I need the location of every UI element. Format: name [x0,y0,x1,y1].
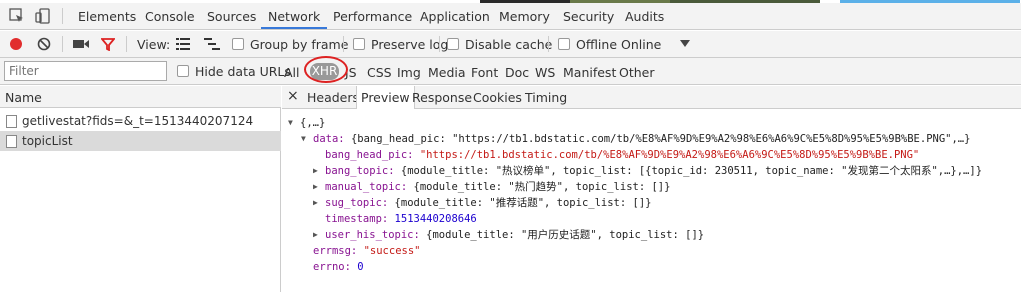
filter-type-img[interactable]: Img [397,65,421,80]
filter-type-css[interactable]: CSS [367,65,392,80]
group-by-frame-checkbox[interactable] [232,38,244,50]
tree-node-errno: errno: 0 [313,261,364,273]
filter-input[interactable] [4,61,167,81]
tab-application[interactable]: Application [420,3,490,29]
tab-performance[interactable]: Performance [333,3,412,29]
tree-node-timestamp: timestamp: 1513440208646 [325,213,477,225]
tree-node-errmsg: errmsg: "success" [313,245,421,257]
tree-node-data[interactable]: ▼ data: {bang_head_pic: "https://tb1.bds… [301,131,970,147]
collapsed-triangle-icon[interactable]: ▶ [313,163,318,179]
collapsed-triangle-icon[interactable]: ▶ [313,227,318,243]
toolbar-separator [343,36,344,52]
tree-node-sug-topic[interactable]: ▶ sug_topic: {module_title: "推荐话题", topi… [313,195,651,211]
request-row[interactable]: getlivestat?fids=&_t=1513440207124 [0,111,281,131]
hide-data-urls-checkbox[interactable] [177,65,189,77]
throttling-select[interactable]: Online [621,37,661,52]
close-icon[interactable]: × [287,88,299,104]
filter-type-doc[interactable]: Doc [505,65,529,80]
request-detail-panel: × Headers Preview Response Cookies Timin… [282,86,1021,292]
large-rows-icon[interactable] [176,38,190,50]
tab-timing[interactable]: Timing [521,86,571,109]
chevron-down-icon[interactable] [680,40,690,48]
preserve-log-checkbox[interactable] [353,38,365,50]
xhr-highlight-annotation [304,56,348,83]
document-icon [6,135,17,148]
name-column-header[interactable]: Name [0,86,281,108]
tab-sources[interactable]: Sources [207,3,256,29]
waterfall-icon[interactable] [204,38,220,50]
tree-node-manual-topic[interactable]: ▶ manual_topic: {module_title: "热门趋势", t… [313,179,670,195]
devtools-main-tabs: Elements Console Sources Network Perform… [0,3,1021,30]
tab-security[interactable]: Security [563,3,614,29]
network-toolbar: View: Group by frame Preserve log Disabl… [0,31,1021,58]
offline-label: Offline [576,37,618,52]
screenshot-camera-icon[interactable] [73,38,89,50]
inspect-element-icon[interactable] [8,7,26,25]
tree-node-bang-topic[interactable]: ▶ bang_topic: {module_title: "热议榜单", top… [313,163,982,179]
tab-audits[interactable]: Audits [625,3,664,29]
filter-bar: Hide data URLs All XHR JS CSS Img Media … [0,58,1021,85]
disable-cache-label: Disable cache [465,37,553,52]
clear-icon[interactable] [37,37,51,51]
tab-elements[interactable]: Elements [78,3,136,29]
toolbar-separator [439,36,440,52]
group-by-frame-label: Group by frame [250,37,349,52]
tab-preview[interactable]: Preview [356,86,415,109]
request-row[interactable]: topicList [0,131,281,151]
expanded-triangle-icon[interactable]: ▼ [288,115,293,131]
toolbar-separator [62,36,63,52]
filter-type-all[interactable]: All [284,65,300,80]
tab-memory[interactable]: Memory [499,3,550,29]
detail-tabs: × Headers Preview Response Cookies Timin… [282,86,1021,109]
hide-data-urls-label: Hide data URLs [195,64,291,79]
document-icon [6,115,17,128]
tree-node-user-his-topic[interactable]: ▶ user_his_topic: {module_title: "用户历史话题… [313,227,704,243]
filter-icon[interactable] [101,37,115,51]
device-toolbar-icon[interactable] [34,7,52,25]
collapsed-triangle-icon[interactable]: ▶ [313,179,318,195]
tab-separator [62,8,63,24]
tab-network[interactable]: Network [261,3,328,29]
tree-node-bang-head-pic: bang_head_pic: "https://tb1.bdstatic.com… [325,149,920,161]
filter-type-media[interactable]: Media [428,65,466,80]
tab-headers[interactable]: Headers [303,86,363,109]
filter-type-other[interactable]: Other [619,65,655,80]
offline-checkbox[interactable] [558,38,570,50]
tree-root[interactable]: ▼ {,…} [288,115,325,131]
tab-console[interactable]: Console [145,3,195,29]
record-icon[interactable] [9,37,23,51]
disable-cache-checkbox[interactable] [447,38,459,50]
tab-response[interactable]: Response [408,86,476,109]
filter-type-font[interactable]: Font [471,65,498,80]
request-name: getlivestat?fids=&_t=1513440207124 [22,114,254,128]
filter-type-ws[interactable]: WS [535,65,555,80]
request-name: topicList [22,134,73,148]
tab-cookies[interactable]: Cookies [469,86,526,109]
filter-type-manifest[interactable]: Manifest [563,65,616,80]
toolbar-separator [126,36,127,52]
expanded-triangle-icon[interactable]: ▼ [301,131,306,147]
preserve-log-label: Preserve log [371,37,449,52]
toolbar-separator [548,36,549,52]
collapsed-triangle-icon[interactable]: ▶ [313,195,318,211]
requests-panel: Name getlivestat?fids=&_t=1513440207124 … [0,86,281,292]
view-label: View: [137,37,171,52]
